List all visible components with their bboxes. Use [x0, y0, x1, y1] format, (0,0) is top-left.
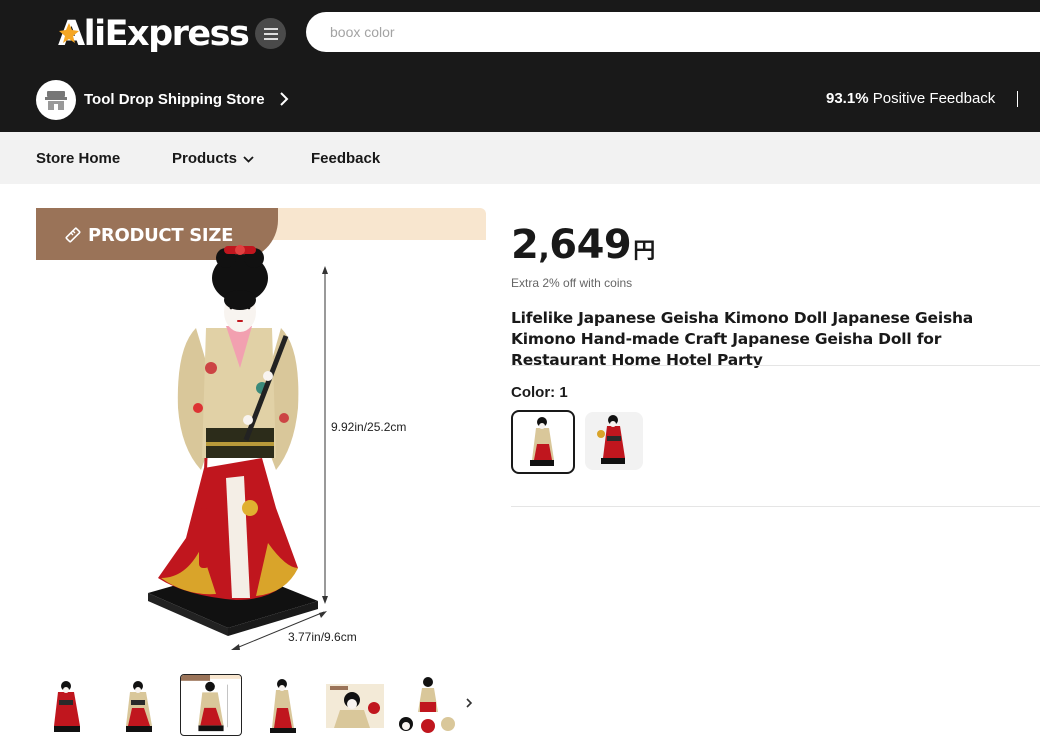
nav-feedback[interactable]: Feedback — [311, 150, 380, 167]
thumbnail-5-image — [326, 684, 384, 728]
color-label: Color: 1 — [511, 384, 568, 401]
menu-button[interactable] — [255, 18, 286, 49]
aliexpress-logo[interactable]: AliExpress — [58, 12, 250, 56]
thumbnail-5[interactable] — [324, 674, 386, 736]
store-name[interactable]: Tool Drop Shipping Store — [84, 91, 265, 108]
thumbnail-2[interactable] — [108, 674, 170, 736]
nav-products-label: Products — [172, 150, 238, 167]
color-option-2[interactable] — [585, 412, 643, 470]
thumbnail-1-image — [54, 681, 80, 732]
price-comma: , — [538, 231, 550, 266]
positive-feedback: 93.1% Positive Feedback — [826, 90, 995, 107]
currency-symbol: 円 — [633, 239, 655, 264]
main-product-image[interactable]: PRODUCT SIZE 9.92in/25.2cm 3.77in/9.6cm — [36, 208, 486, 658]
color-option-2-image — [597, 415, 625, 464]
geisha-doll-illustration — [148, 245, 328, 650]
store-bar: Tool Drop Shipping Store 93.1% Positive … — [0, 78, 1040, 122]
thumbnail-strip — [36, 674, 486, 738]
nav-store-home[interactable]: Store Home — [36, 150, 120, 167]
color-option-1-image — [530, 417, 554, 466]
thumbnail-3-image — [181, 675, 241, 732]
thumbnail-1[interactable] — [36, 674, 98, 736]
height-dimension: 9.92in/25.2cm — [331, 420, 407, 434]
top-header: AliExpress Tool Drop Shipping Store 93.1… — [0, 0, 1040, 132]
thumbnail-4[interactable] — [252, 674, 314, 736]
feedback-label: Positive Feedback — [872, 90, 996, 107]
thumbnail-2-image — [126, 681, 152, 732]
width-dimension: 3.77in/9.6cm — [288, 630, 357, 644]
header-divider — [1017, 91, 1018, 107]
logo-star-icon — [59, 23, 79, 43]
nav-products[interactable]: Products — [172, 150, 254, 167]
product-price: 2,649円 — [511, 222, 655, 268]
store-nav: Store Home Products Feedback — [0, 132, 1040, 184]
store-avatar[interactable] — [36, 80, 76, 120]
chevron-right-icon[interactable] — [279, 91, 289, 107]
thumbnail-3-selected[interactable] — [180, 674, 242, 736]
thumbnail-6-image — [399, 677, 455, 733]
coins-discount-note: Extra 2% off with coins — [511, 276, 633, 290]
store-icon — [45, 91, 67, 110]
product-title: Lifelike Japanese Geisha Kimono Doll Jap… — [511, 309, 974, 369]
chevron-down-icon — [243, 155, 254, 163]
divider — [511, 365, 1040, 366]
divider — [511, 506, 1040, 507]
thumbnail-4-image — [270, 679, 296, 733]
color-option-1[interactable] — [511, 410, 575, 474]
price-main: 2 — [511, 222, 539, 268]
search-input[interactable] — [306, 12, 1040, 52]
logo-text: AliExpress — [58, 14, 250, 54]
chevron-right-icon[interactable] — [464, 696, 474, 710]
feedback-percent: 93.1% — [826, 90, 869, 107]
thumbnail-6[interactable] — [396, 674, 458, 736]
hamburger-icon — [263, 27, 278, 40]
price-rest: 649 — [549, 222, 632, 268]
